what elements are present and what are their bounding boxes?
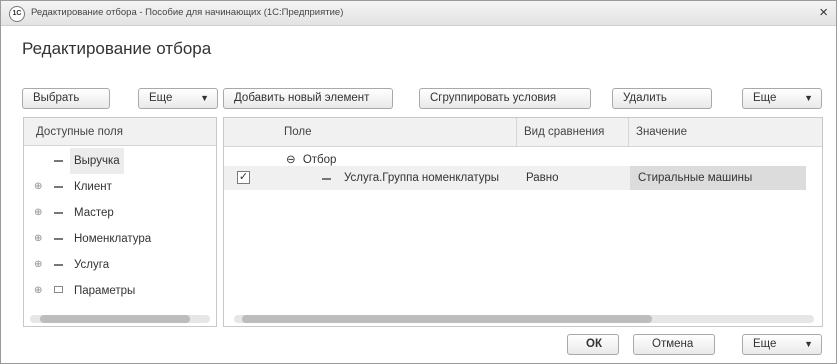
app-logo-icon: 1С [9, 6, 25, 22]
window-title: Редактирование отбора - Пособие для начи… [31, 7, 344, 18]
row-field-cell[interactable]: Услуга.Группа номенклатуры [344, 166, 499, 190]
dialog-window: 1С Редактирование отбора - Пособие для н… [0, 0, 837, 364]
expand-icon[interactable]: ⊕ [34, 226, 42, 252]
field-icon [54, 264, 63, 266]
ok-button-label: ОК [586, 338, 602, 350]
grid-header [224, 118, 822, 147]
column-value-header[interactable]: Значение [636, 118, 687, 146]
field-item-nomenclature[interactable]: ⊕ Номенклатура [24, 226, 218, 252]
close-icon[interactable]: × [819, 4, 828, 21]
left-horizontal-scrollbar[interactable] [30, 315, 210, 323]
field-item-master[interactable]: ⊕ Мастер [24, 200, 218, 226]
field-item-client[interactable]: ⊕ Клиент [24, 174, 218, 200]
left-scrollbar-thumb[interactable] [40, 315, 190, 323]
chevron-down-icon: ▼ [804, 93, 813, 103]
chevron-down-icon: ▼ [804, 339, 813, 349]
add-element-button[interactable]: Добавить новый элемент [223, 88, 393, 109]
right-more-label: Еще [753, 92, 777, 104]
folder-icon [54, 286, 63, 293]
field-icon [54, 212, 63, 214]
field-icon [322, 178, 331, 180]
available-fields-header: Доступные поля [24, 118, 216, 146]
column-field-header[interactable]: Поле [284, 118, 312, 146]
ok-button[interactable]: ОК [567, 334, 619, 355]
left-more-button[interactable]: Еще ▼ [138, 88, 218, 109]
select-button[interactable]: Выбрать [22, 88, 110, 109]
available-fields-panel: Доступные поля Выручка ⊕ Клиент ⊕ Мастер… [23, 117, 217, 327]
row-value-cell[interactable]: Стиральные машины [638, 166, 752, 190]
footer-more-button[interactable]: Еще ▼ [742, 334, 822, 355]
group-conditions-label: Сгруппировать условия [430, 92, 557, 104]
expand-icon[interactable]: ⊕ [34, 200, 42, 226]
expand-icon[interactable]: ⊕ [34, 174, 42, 200]
field-label: Клиент [74, 181, 112, 193]
select-button-label: Выбрать [33, 92, 80, 104]
row-comparison-cell[interactable]: Равно [526, 166, 559, 190]
column-comparison-header[interactable]: Вид сравнения [524, 118, 604, 146]
field-icon [54, 186, 63, 188]
field-item-revenue[interactable]: Выручка [24, 148, 218, 174]
field-label: Параметры [74, 285, 136, 297]
expand-icon[interactable]: ⊕ [34, 252, 42, 278]
field-item-service[interactable]: ⊕ Услуга [24, 252, 218, 278]
field-item-parameters[interactable]: ⊕ Параметры [24, 278, 218, 304]
group-row-label: Отбор [302, 154, 337, 166]
field-icon [54, 238, 63, 240]
footer-more-label: Еще [753, 338, 777, 350]
field-label: Мастер [74, 207, 114, 219]
chevron-down-icon: ▼ [200, 93, 209, 103]
right-more-button[interactable]: Еще ▼ [742, 88, 822, 109]
field-label: Выручка [70, 148, 124, 174]
column-divider [628, 118, 629, 146]
page-title: Редактирование отбора [22, 39, 212, 58]
filter-grid: Поле Вид сравнения Значение ⊖ Отбор ✓ Ус… [223, 117, 823, 327]
delete-button[interactable]: Удалить [612, 88, 712, 109]
row-checkbox[interactable]: ✓ [237, 171, 250, 184]
group-conditions-button[interactable]: Сгруппировать условия [419, 88, 591, 109]
delete-label: Удалить [623, 92, 667, 104]
table-row[interactable]: ✓ Услуга.Группа номенклатуры Равно Стира… [224, 166, 806, 190]
title-bar: 1С Редактирование отбора - Пособие для н… [1, 1, 836, 26]
add-element-label: Добавить новый элемент [234, 92, 370, 104]
grid-horizontal-scrollbar[interactable] [234, 315, 814, 323]
cancel-button-label: Отмена [652, 338, 694, 350]
cancel-button[interactable]: Отмена [633, 334, 715, 355]
field-label: Услуга [74, 259, 110, 271]
collapse-icon[interactable]: ⊖ [286, 154, 296, 166]
expand-icon[interactable]: ⊕ [34, 278, 42, 304]
field-label: Номенклатура [74, 233, 152, 245]
grid-scrollbar-thumb[interactable] [242, 315, 652, 323]
field-icon [54, 160, 63, 162]
column-divider [516, 118, 517, 146]
left-more-label: Еще [149, 92, 173, 104]
